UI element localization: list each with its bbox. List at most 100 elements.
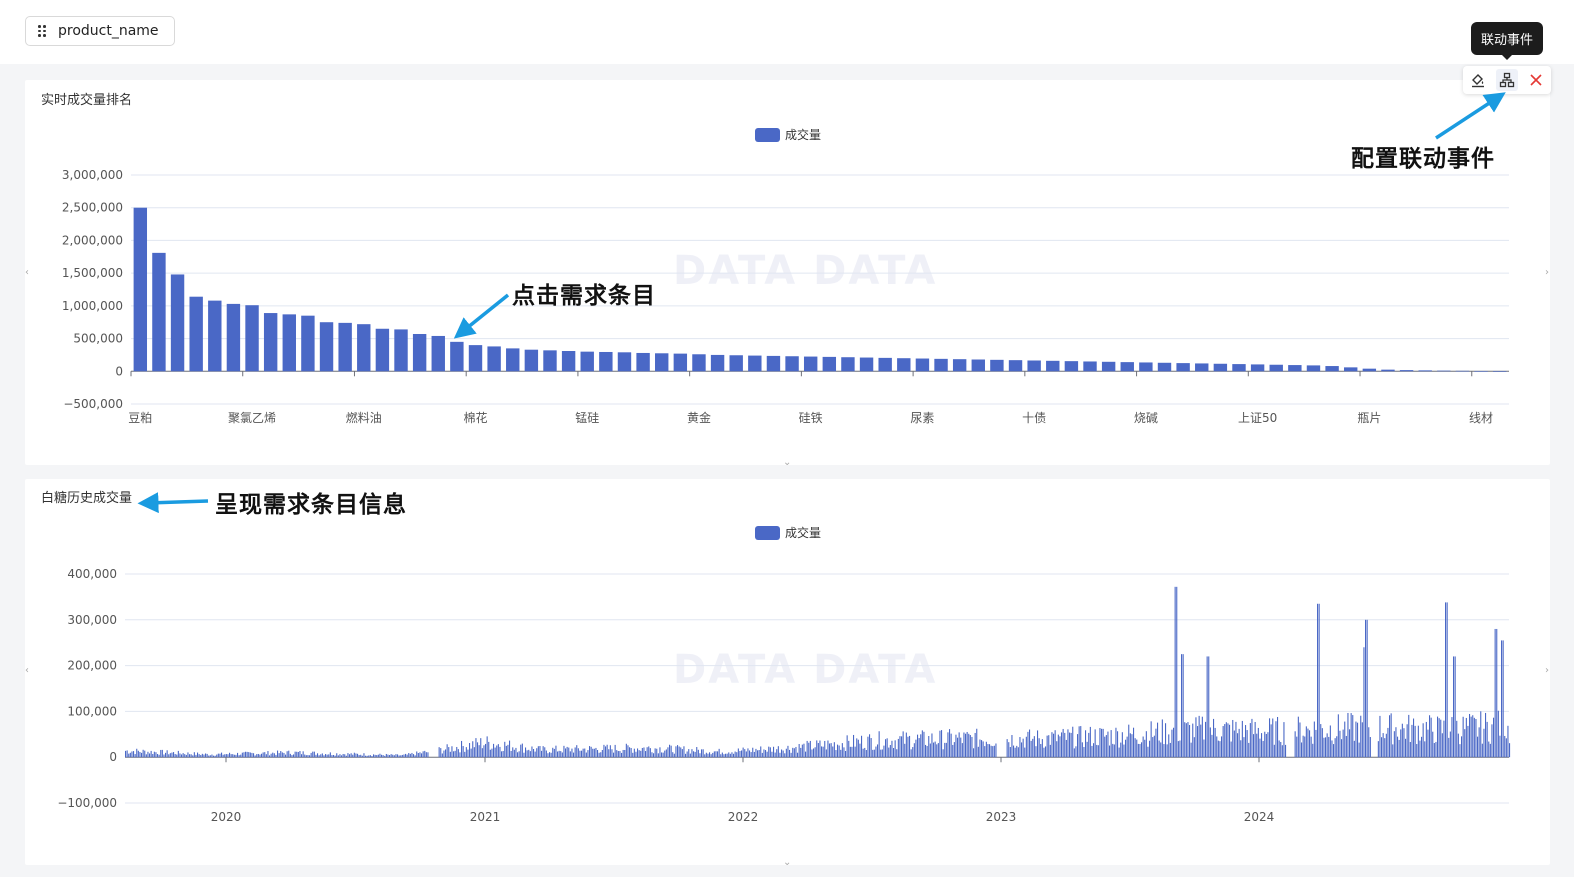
bar (278, 753, 280, 758)
bar (229, 752, 231, 758)
bar (552, 747, 554, 758)
bar (766, 751, 768, 758)
bar (909, 735, 911, 758)
bar (704, 754, 706, 758)
bar (1347, 712, 1349, 758)
bar (1379, 715, 1381, 758)
bar (1397, 736, 1399, 758)
bar (1496, 628, 1498, 758)
bar (357, 753, 359, 758)
bar (464, 751, 466, 758)
bar (1318, 603, 1320, 758)
bar (1016, 745, 1018, 758)
close-icon[interactable] (1525, 69, 1547, 91)
x-tick-label: 燃料油 (346, 410, 382, 425)
bar (246, 751, 248, 758)
bar (1250, 364, 1265, 372)
bar (803, 356, 818, 372)
bar (654, 748, 656, 758)
bar (1424, 741, 1426, 758)
bar (1134, 738, 1136, 758)
bar (1169, 742, 1171, 758)
resize-bottom-icon[interactable]: ⌄ (783, 857, 791, 868)
bar (1054, 730, 1056, 758)
bar (483, 745, 485, 758)
bar (1285, 744, 1287, 758)
bar (835, 750, 837, 758)
bar (659, 747, 661, 758)
scroll-left-icon[interactable]: ‹ (25, 267, 29, 278)
bar (875, 746, 877, 758)
bar (1454, 656, 1456, 758)
bar (1198, 715, 1200, 758)
bar (1249, 723, 1251, 758)
scroll-left-icon[interactable]: ‹ (25, 665, 29, 676)
bar (707, 753, 709, 758)
bar (973, 748, 975, 758)
bar (1161, 719, 1163, 758)
bar (328, 754, 330, 758)
x-tick-label: 十债 (1022, 411, 1046, 425)
chart-history-svg: −100,000 0 100,000 200,000 300,000 400,000 202… (57, 567, 1511, 824)
bar (902, 731, 904, 758)
bar (1323, 737, 1325, 758)
bar (200, 755, 202, 758)
resize-bottom-icon[interactable]: ⌄ (783, 457, 791, 468)
bar (1014, 747, 1016, 758)
bar (1085, 730, 1087, 758)
bar (262, 752, 264, 758)
y-tick-label: 2,500,000 (62, 201, 123, 215)
chart-panel-history[interactable]: 白糖历史成交量 成交量 DATA DATA −100,000 0 100,000 20… (25, 479, 1550, 868)
bar (742, 747, 744, 758)
chart-panel-ranking[interactable]: 实时成交量排名 成交量 DATA DATA −500,000 0 500,000 1,… (25, 80, 1550, 468)
scroll-right-icon[interactable]: › (1545, 665, 1549, 676)
bar (450, 341, 464, 372)
bar (1389, 715, 1391, 758)
bar (712, 752, 714, 758)
bar (177, 750, 179, 758)
filter-product-name-button[interactable]: product_name (25, 16, 175, 46)
bar (1041, 739, 1043, 758)
bar (1073, 748, 1075, 758)
bar (777, 746, 779, 758)
bar (816, 740, 818, 758)
bar (1321, 728, 1323, 758)
bar (1390, 713, 1392, 758)
bar (297, 751, 299, 758)
bar (1345, 735, 1347, 758)
bar (913, 743, 915, 758)
bar (1233, 730, 1235, 758)
bar (1152, 737, 1154, 758)
bar (1502, 640, 1504, 758)
bar (547, 753, 549, 758)
bar (414, 755, 416, 758)
scroll-right-icon[interactable]: › (1545, 267, 1549, 278)
bar (1049, 744, 1051, 758)
bar (979, 739, 981, 758)
bar (232, 754, 234, 758)
bar (309, 755, 311, 758)
bar (339, 754, 341, 758)
bar (1006, 739, 1008, 758)
bar (701, 749, 703, 758)
bar (446, 744, 448, 758)
bar (1038, 738, 1040, 758)
bar (627, 745, 629, 758)
bar (686, 751, 688, 758)
bar (1053, 733, 1055, 758)
bar (128, 753, 130, 758)
bar (1435, 741, 1437, 758)
bar (600, 752, 602, 758)
paint-bucket-icon[interactable] (1467, 69, 1489, 91)
bar (877, 744, 879, 758)
bar (541, 750, 543, 758)
bar (1251, 718, 1253, 758)
bar (1265, 733, 1267, 758)
bar (395, 754, 397, 758)
linkage-tree-icon[interactable] (1495, 69, 1518, 91)
bar (1094, 729, 1096, 758)
bar (334, 755, 336, 758)
bar (560, 751, 562, 758)
bar (958, 732, 960, 758)
x-tick-label: 锰硅 (575, 410, 599, 425)
